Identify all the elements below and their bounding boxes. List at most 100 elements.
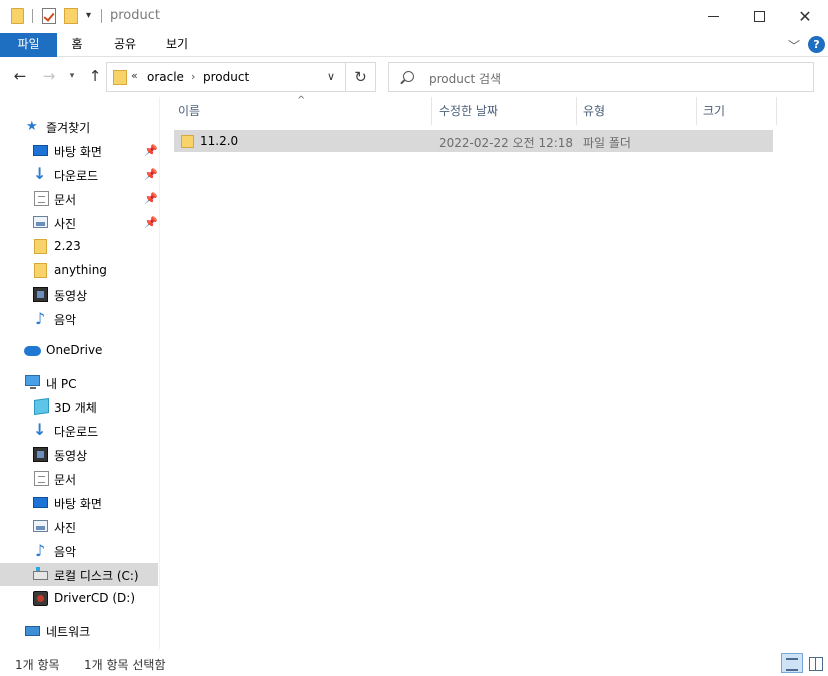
- close-icon: ✕: [798, 6, 812, 26]
- nav-network[interactable]: 네트워크: [0, 619, 158, 642]
- nav-item-local-disk-c[interactable]: 로컬 디스크 (C:): [0, 563, 158, 586]
- download-icon: ↓: [33, 164, 47, 183]
- nav-label: anything: [54, 263, 107, 277]
- up-button[interactable]: ↑: [85, 67, 105, 87]
- properties-icon[interactable]: [42, 8, 56, 24]
- status-bar: 1개 항목 1개 항목 선택함: [0, 649, 828, 676]
- nav-item-downloads[interactable]: ↓ 다운로드: [0, 419, 158, 442]
- details-view-icon[interactable]: [781, 653, 803, 673]
- column-headers: ^ 이름 수정한 날짜 유형 크기: [160, 95, 828, 125]
- tab-file[interactable]: 파일: [0, 33, 57, 57]
- forward-button[interactable]: →: [39, 67, 59, 87]
- new-folder-icon[interactable]: [64, 8, 78, 24]
- file-type: 파일 폴더: [583, 136, 631, 150]
- folder-icon: [113, 70, 127, 85]
- nav-label: 3D 개체: [54, 401, 97, 415]
- large-icons-view-icon[interactable]: [806, 654, 824, 672]
- recent-locations-button[interactable]: ▾: [66, 71, 78, 91]
- file-row[interactable]: 11.2.0 2022-02-22 오전 12:18 파일 폴더: [174, 130, 773, 152]
- nav-item-desktop[interactable]: 바탕 화면 📌: [0, 139, 158, 162]
- item-count: 1개 항목: [15, 658, 60, 672]
- nav-item-videos[interactable]: 동영상: [0, 443, 158, 466]
- back-button[interactable]: ←: [10, 67, 30, 87]
- network-icon: [25, 626, 40, 636]
- nav-item-documents[interactable]: 문서: [0, 467, 158, 490]
- nav-item-music[interactable]: ♪ 음악: [0, 539, 158, 562]
- nav-this-pc[interactable]: 내 PC: [0, 371, 158, 394]
- help-icon[interactable]: ?: [808, 36, 825, 53]
- pin-icon[interactable]: 📌: [144, 144, 158, 157]
- nav-item-videos[interactable]: 동영상: [0, 283, 158, 306]
- address-overflow[interactable]: «: [131, 69, 138, 82]
- column-header-date-modified[interactable]: 수정한 날짜: [433, 97, 577, 125]
- nav-label: 음악: [54, 313, 77, 327]
- pin-icon[interactable]: 📌: [144, 168, 158, 181]
- nav-item-pictures[interactable]: 사진: [0, 515, 158, 538]
- title-bar: ▾ product ✕: [0, 0, 828, 33]
- nav-quick-access[interactable]: ★ 즐겨찾기: [0, 115, 158, 138]
- dvd-drive-icon: [33, 591, 48, 606]
- nav-item-folder-2-23[interactable]: 2.23: [0, 235, 158, 258]
- address-bar[interactable]: « oracle › product ∨: [106, 62, 346, 92]
- minimize-icon: [707, 15, 719, 17]
- breadcrumb-product[interactable]: product: [203, 70, 249, 84]
- nav-label: 음악: [54, 545, 77, 559]
- nav-item-desktop[interactable]: 바탕 화면: [0, 491, 158, 514]
- nav-label: 사진: [54, 521, 77, 535]
- nav-label: 다운로드: [54, 169, 99, 183]
- maximize-button[interactable]: [736, 0, 782, 32]
- pictures-icon: [33, 520, 48, 532]
- nav-label: OneDrive: [46, 343, 103, 357]
- music-icon: ♪: [35, 541, 46, 560]
- video-icon: [33, 447, 48, 462]
- pin-icon[interactable]: 📌: [144, 192, 158, 205]
- window-title: product: [110, 8, 161, 23]
- file-date-modified: 2022-02-22 오전 12:18: [439, 136, 574, 150]
- nav-item-folder-anything[interactable]: anything: [0, 259, 158, 282]
- desktop-icon: [33, 145, 48, 156]
- tab-view[interactable]: 보기: [160, 33, 194, 57]
- customize-quick-access-dropdown[interactable]: ▾: [86, 10, 91, 21]
- nav-item-pictures[interactable]: 사진 📌: [0, 211, 158, 234]
- search-input[interactable]: product 검색: [429, 70, 501, 87]
- address-history-dropdown[interactable]: ∨: [327, 70, 335, 83]
- nav-item-music[interactable]: ♪ 음악: [0, 307, 158, 330]
- nav-label: 로컬 디스크 (C:): [54, 569, 139, 583]
- column-header-name[interactable]: 이름: [172, 97, 432, 125]
- pin-icon[interactable]: 📌: [144, 216, 158, 229]
- nav-label: 동영상: [54, 289, 88, 303]
- nav-item-3d-objects[interactable]: 3D 개체: [0, 395, 158, 418]
- pictures-icon: [33, 216, 48, 228]
- nav-item-documents[interactable]: 문서 📌: [0, 187, 158, 210]
- column-header-size[interactable]: 크기: [697, 97, 777, 125]
- nav-item-downloads[interactable]: ↓ 다운로드 📌: [0, 163, 158, 186]
- refresh-button[interactable]: ↻: [346, 62, 376, 92]
- tab-home[interactable]: 홈: [62, 33, 92, 57]
- refresh-icon: ↻: [354, 68, 367, 86]
- folder-icon: [34, 263, 47, 278]
- folder-icon: [181, 135, 194, 148]
- breadcrumb-oracle[interactable]: oracle: [147, 70, 184, 84]
- close-button[interactable]: ✕: [782, 0, 828, 32]
- address-row: ← → ▾ ↑ « oracle › product ∨ ↻ product 검…: [0, 57, 828, 97]
- selected-count: 1개 항목 선택함: [84, 658, 166, 672]
- nav-label: 사진: [54, 217, 77, 231]
- folder-icon: [34, 239, 47, 254]
- search-icon: [403, 71, 414, 82]
- onedrive-icon: [24, 346, 41, 356]
- desktop-icon: [33, 497, 48, 508]
- document-icon: [34, 471, 49, 486]
- nav-onedrive[interactable]: OneDrive: [0, 339, 158, 362]
- search-box[interactable]: product 검색: [388, 62, 814, 92]
- nav-label: 바탕 화면: [54, 145, 102, 159]
- breadcrumb-separator-icon[interactable]: ›: [191, 70, 195, 83]
- expand-ribbon-icon[interactable]: ﹀: [788, 37, 800, 54]
- drive-icon: [33, 567, 48, 580]
- file-list: 11.2.0 2022-02-22 오전 12:18 파일 폴더: [160, 125, 828, 649]
- nav-label: 내 PC: [46, 377, 77, 391]
- tab-share[interactable]: 공유: [108, 33, 142, 57]
- minimize-button[interactable]: [690, 0, 736, 32]
- nav-item-drivercd-d[interactable]: DriverCD (D:): [0, 587, 158, 610]
- column-header-type[interactable]: 유형: [577, 97, 697, 125]
- computer-icon: [25, 375, 40, 389]
